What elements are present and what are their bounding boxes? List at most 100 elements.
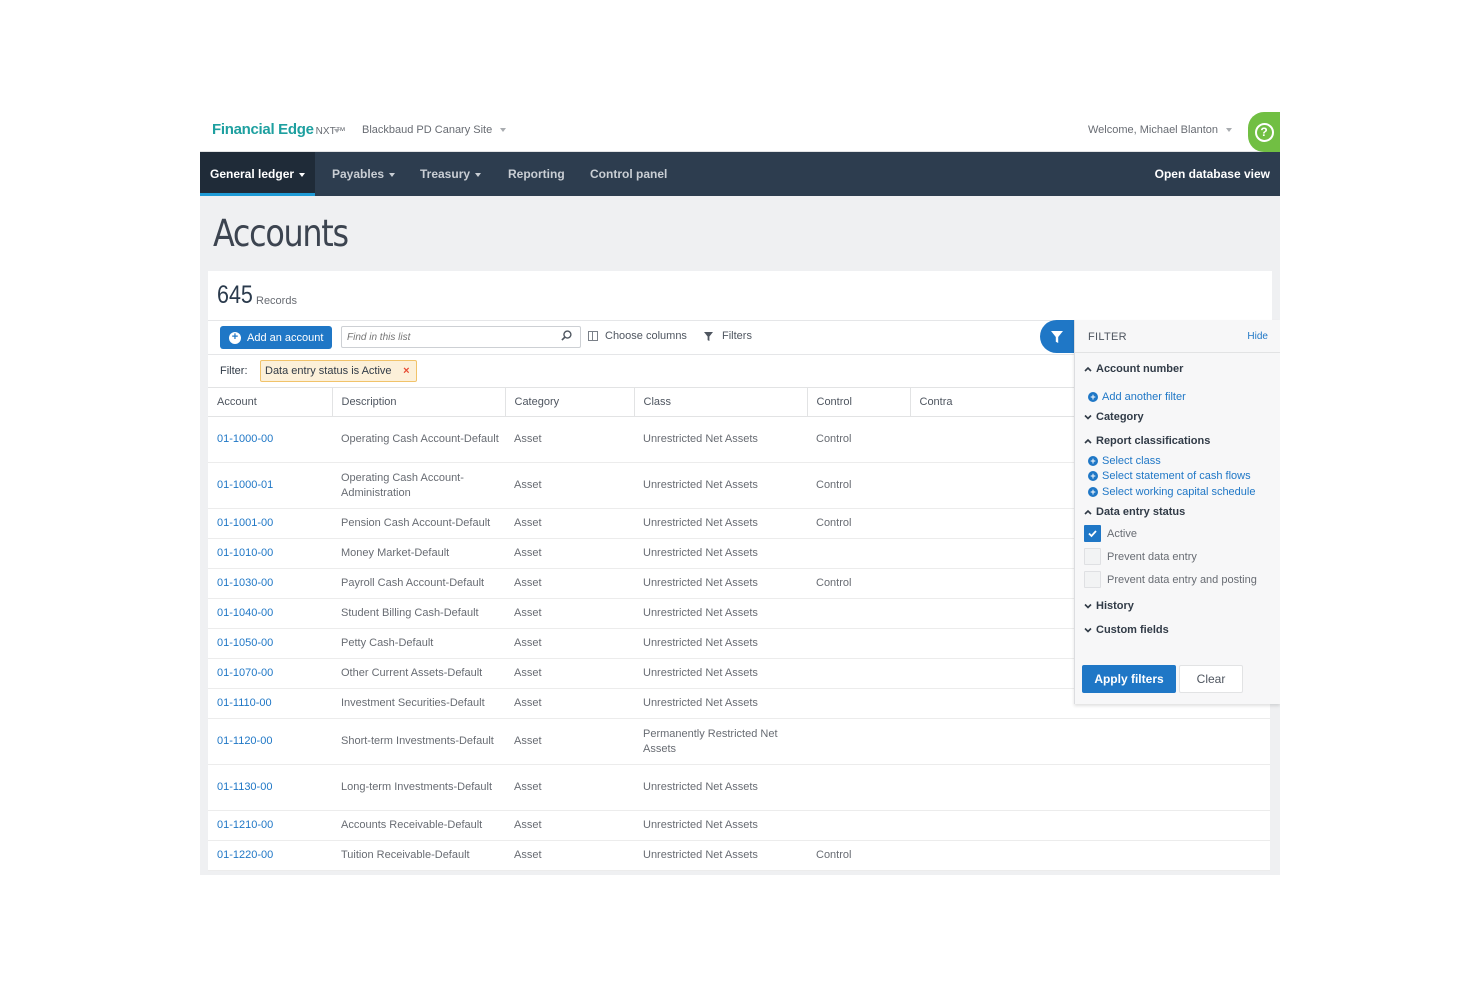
section-label: Data entry status — [1096, 506, 1186, 518]
control-cell — [807, 764, 910, 811]
chevron-up-icon — [1084, 438, 1092, 444]
control-cell — [807, 538, 910, 569]
records-count: 645 — [217, 281, 253, 309]
page-title: Accounts — [213, 212, 349, 255]
control-cell — [807, 688, 910, 719]
clear-filters-button[interactable]: Clear — [1179, 665, 1243, 693]
choose-columns-button[interactable]: Choose columns — [588, 330, 687, 342]
description-cell: Long-term Investments-Default — [332, 764, 505, 811]
section-custom-fields[interactable]: Custom fields — [1084, 624, 1169, 636]
status-active-checkbox[interactable]: Active — [1084, 525, 1137, 542]
select-class-link[interactable]: + Select class — [1088, 455, 1161, 467]
nav-reporting[interactable]: Reporting — [508, 152, 565, 196]
class-cell: Unrestricted Net Assets — [634, 538, 807, 569]
account-link[interactable]: 01-1210-00 — [208, 810, 332, 841]
hide-filter-panel-link[interactable]: Hide — [1247, 331, 1268, 342]
brand-name: Financial Edge — [212, 121, 314, 138]
chevron-up-icon — [1084, 509, 1092, 515]
table-row: 01-1210-00 Accounts Receivable-Default A… — [208, 810, 1270, 841]
class-cell: Unrestricted Net Assets — [634, 628, 807, 659]
section-history[interactable]: History — [1084, 600, 1134, 612]
nav-treasury[interactable]: Treasury — [420, 152, 482, 196]
checkbox-checked[interactable] — [1084, 525, 1101, 542]
search-input[interactable] — [341, 326, 581, 348]
nav-general-ledger[interactable]: General ledger — [200, 152, 316, 196]
nav-label: Control panel — [590, 167, 668, 181]
select-statement-of-cash-flows-link[interactable]: + Select statement of cash flows — [1088, 470, 1251, 482]
account-link[interactable]: 01-1001-00 — [208, 508, 332, 539]
account-link[interactable]: 01-1130-00 — [208, 764, 332, 811]
column-header-description[interactable]: Description — [332, 387, 506, 417]
columns-icon — [588, 331, 598, 341]
column-header-account[interactable]: Account — [208, 387, 333, 417]
category-cell: Asset — [505, 538, 634, 569]
choose-columns-label: Choose columns — [605, 330, 687, 342]
category-cell: Asset — [505, 718, 634, 765]
control-cell: Control — [807, 568, 910, 599]
control-cell — [807, 718, 910, 765]
account-link[interactable]: 01-1040-00 — [208, 598, 332, 629]
section-account-number[interactable]: Account number — [1084, 363, 1183, 375]
account-link[interactable]: 01-1000-01 — [208, 462, 332, 509]
filter-panel-toggle[interactable] — [1040, 320, 1074, 353]
category-cell: Asset — [505, 658, 634, 689]
remove-filter-icon[interactable]: × — [403, 361, 409, 381]
chevron-down-icon — [389, 172, 396, 177]
account-link[interactable]: 01-1110-00 — [208, 688, 332, 719]
user-menu[interactable]: Welcome, Michael Blanton — [1088, 124, 1232, 136]
filters-button[interactable]: Filters — [704, 330, 752, 342]
add-another-filter-link[interactable]: + Add another filter — [1088, 391, 1186, 403]
checkbox-unchecked[interactable] — [1084, 548, 1101, 565]
account-link[interactable]: 01-1050-00 — [208, 628, 332, 659]
account-link[interactable]: 01-1070-00 — [208, 658, 332, 689]
column-header-class[interactable]: Class — [634, 387, 808, 417]
filter-panel-header: FILTER Hide — [1075, 320, 1280, 353]
checkbox-unchecked[interactable] — [1084, 571, 1101, 588]
section-report-classifications[interactable]: Report classifications — [1084, 435, 1210, 447]
nav-control-panel[interactable]: Control panel — [590, 152, 667, 196]
account-link[interactable]: 01-1030-00 — [208, 568, 332, 599]
link-label: Add another filter — [1102, 391, 1186, 403]
nav-label: Reporting — [508, 167, 565, 181]
account-link[interactable]: 01-1120-00 — [208, 718, 332, 765]
account-link[interactable]: 01-1000-00 — [208, 416, 332, 463]
open-database-view-link[interactable]: Open database view — [1155, 152, 1270, 196]
contra-cell — [910, 718, 1270, 765]
chevron-down-icon — [1084, 627, 1092, 633]
search-icon[interactable] — [561, 330, 572, 341]
account-link[interactable]: 01-1010-00 — [208, 538, 332, 569]
control-cell — [807, 628, 910, 659]
column-header-control[interactable]: Control — [807, 387, 911, 417]
add-account-button[interactable]: + Add an account — [220, 326, 332, 349]
section-label: Custom fields — [1096, 624, 1169, 636]
plus-circle-icon: + — [1088, 487, 1098, 497]
apply-filters-button[interactable]: Apply filters — [1082, 665, 1176, 693]
checkbox-label: Active — [1107, 527, 1137, 540]
site-selector[interactable]: Blackbaud PD Canary Site — [362, 124, 507, 136]
link-label: Select working capital schedule — [1102, 486, 1256, 498]
status-prevent-data-entry-checkbox[interactable]: Prevent data entry — [1084, 548, 1197, 565]
table-row: 01-1130-00 Long-term Investments-Default… — [208, 764, 1270, 811]
app-window: Financial Edge NXT™ Blackbaud PD Canary S… — [200, 112, 1280, 875]
contra-cell — [910, 840, 1270, 871]
select-working-capital-schedule-link[interactable]: + Select working capital schedule — [1088, 486, 1255, 498]
category-cell: Asset — [505, 764, 634, 811]
description-cell: Investment Securities-Default — [332, 688, 505, 719]
product-logo[interactable]: Financial Edge NXT™ — [212, 121, 346, 138]
account-link[interactable]: 01-1220-00 — [208, 840, 332, 871]
product-menu-caret-icon[interactable] — [334, 129, 340, 133]
filters-label: Filters — [722, 330, 752, 342]
status-prevent-data-entry-and-posting-checkbox[interactable]: Prevent data entry and posting — [1084, 571, 1257, 588]
funnel-icon — [1051, 330, 1063, 343]
section-category[interactable]: Category — [1084, 411, 1144, 423]
description-cell: Operating Cash Account-Administration — [332, 462, 505, 509]
section-data-entry-status[interactable]: Data entry status — [1084, 506, 1185, 518]
nav-payables[interactable]: Payables — [332, 152, 396, 196]
column-header-category[interactable]: Category — [505, 387, 635, 417]
class-cell: Unrestricted Net Assets — [634, 598, 807, 629]
category-cell: Asset — [505, 416, 634, 463]
class-cell: Unrestricted Net Assets — [634, 840, 807, 871]
help-button[interactable]: ? — [1248, 112, 1280, 152]
chevron-down-icon — [1084, 414, 1092, 420]
description-cell: Payroll Cash Account-Default — [332, 568, 505, 599]
